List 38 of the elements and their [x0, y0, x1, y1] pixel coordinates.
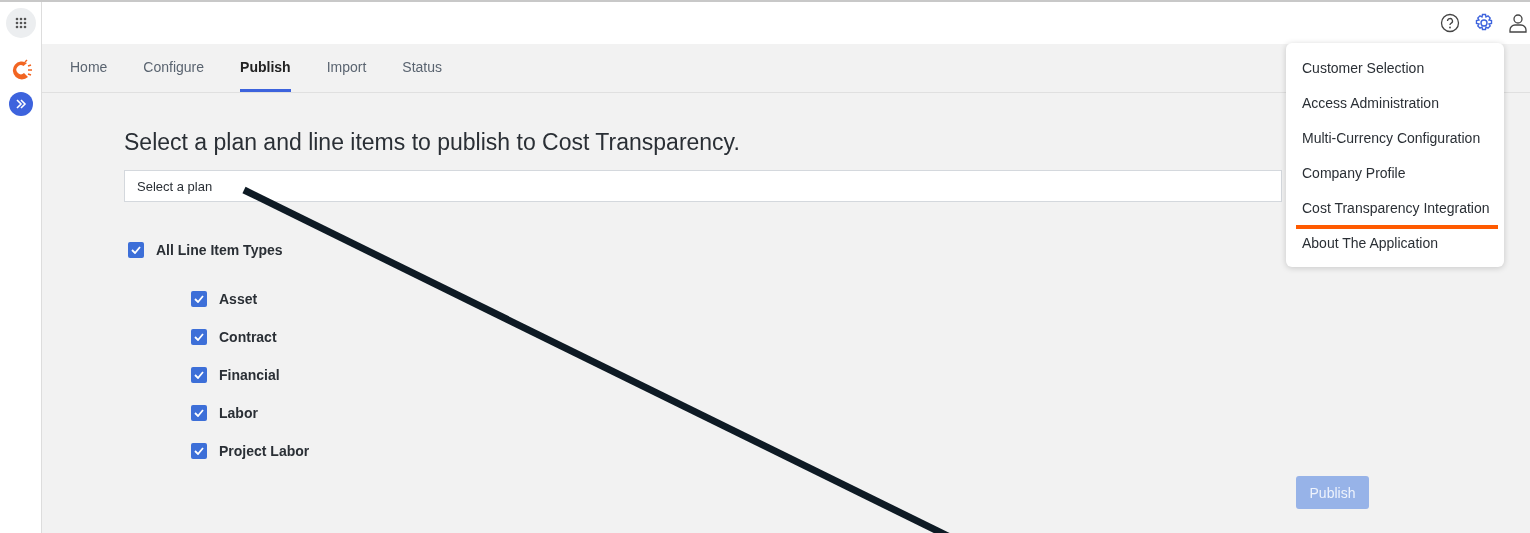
menu-item[interactable]: Multi-Currency Configuration	[1286, 121, 1504, 156]
user-icon[interactable]	[1508, 13, 1528, 33]
checkbox-label: Asset	[219, 291, 258, 307]
page-heading: Select a plan and line items to publish to Cost Transparency.	[124, 129, 740, 156]
checkmark-icon	[131, 246, 141, 254]
checkmark-icon	[194, 409, 204, 417]
app-launcher-button[interactable]	[5, 8, 36, 38]
checkbox[interactable]	[191, 291, 207, 307]
checkmark-icon	[194, 447, 204, 455]
menu-item[interactable]: Access Administration	[1286, 86, 1504, 121]
expand-button[interactable]	[8, 92, 33, 116]
menu-item[interactable]: Customer Selection	[1286, 51, 1504, 86]
checkbox[interactable]	[191, 443, 207, 459]
checkmark-icon	[194, 295, 204, 303]
nav-tab[interactable]: Status	[384, 44, 460, 93]
nav-tab[interactable]: Publish	[240, 44, 291, 92]
nav-tab[interactable]: Home	[52, 44, 126, 93]
checkbox-label: Project Labor	[219, 443, 310, 459]
checkbox[interactable]	[128, 242, 144, 258]
nav-tab[interactable]: Configure	[125, 44, 223, 93]
checkmark-icon	[194, 371, 204, 379]
checkbox[interactable]	[191, 405, 207, 421]
menu-item[interactable]: Company Profile	[1286, 156, 1504, 191]
menu-item[interactable]: About The Application	[1286, 226, 1504, 261]
grid-icon	[14, 17, 27, 29]
checkbox[interactable]	[191, 329, 207, 345]
plan-select-field[interactable]: Select a plan	[124, 170, 1282, 202]
help-icon[interactable]	[1440, 13, 1460, 33]
checkbox[interactable]	[191, 367, 207, 383]
checkmark-icon	[194, 333, 204, 341]
checkbox-label: Labor	[219, 405, 258, 421]
checkbox-label: Financial	[219, 367, 280, 383]
checkbox-label: Contract	[219, 329, 277, 345]
double-chevron-icon	[14, 98, 27, 110]
nav-tab[interactable]: Import	[308, 44, 385, 93]
checkbox-label: All Line Item Types	[156, 242, 283, 258]
settings-icon[interactable]	[1474, 13, 1494, 33]
menu-item[interactable]: Cost Transparency Integration	[1286, 191, 1504, 226]
